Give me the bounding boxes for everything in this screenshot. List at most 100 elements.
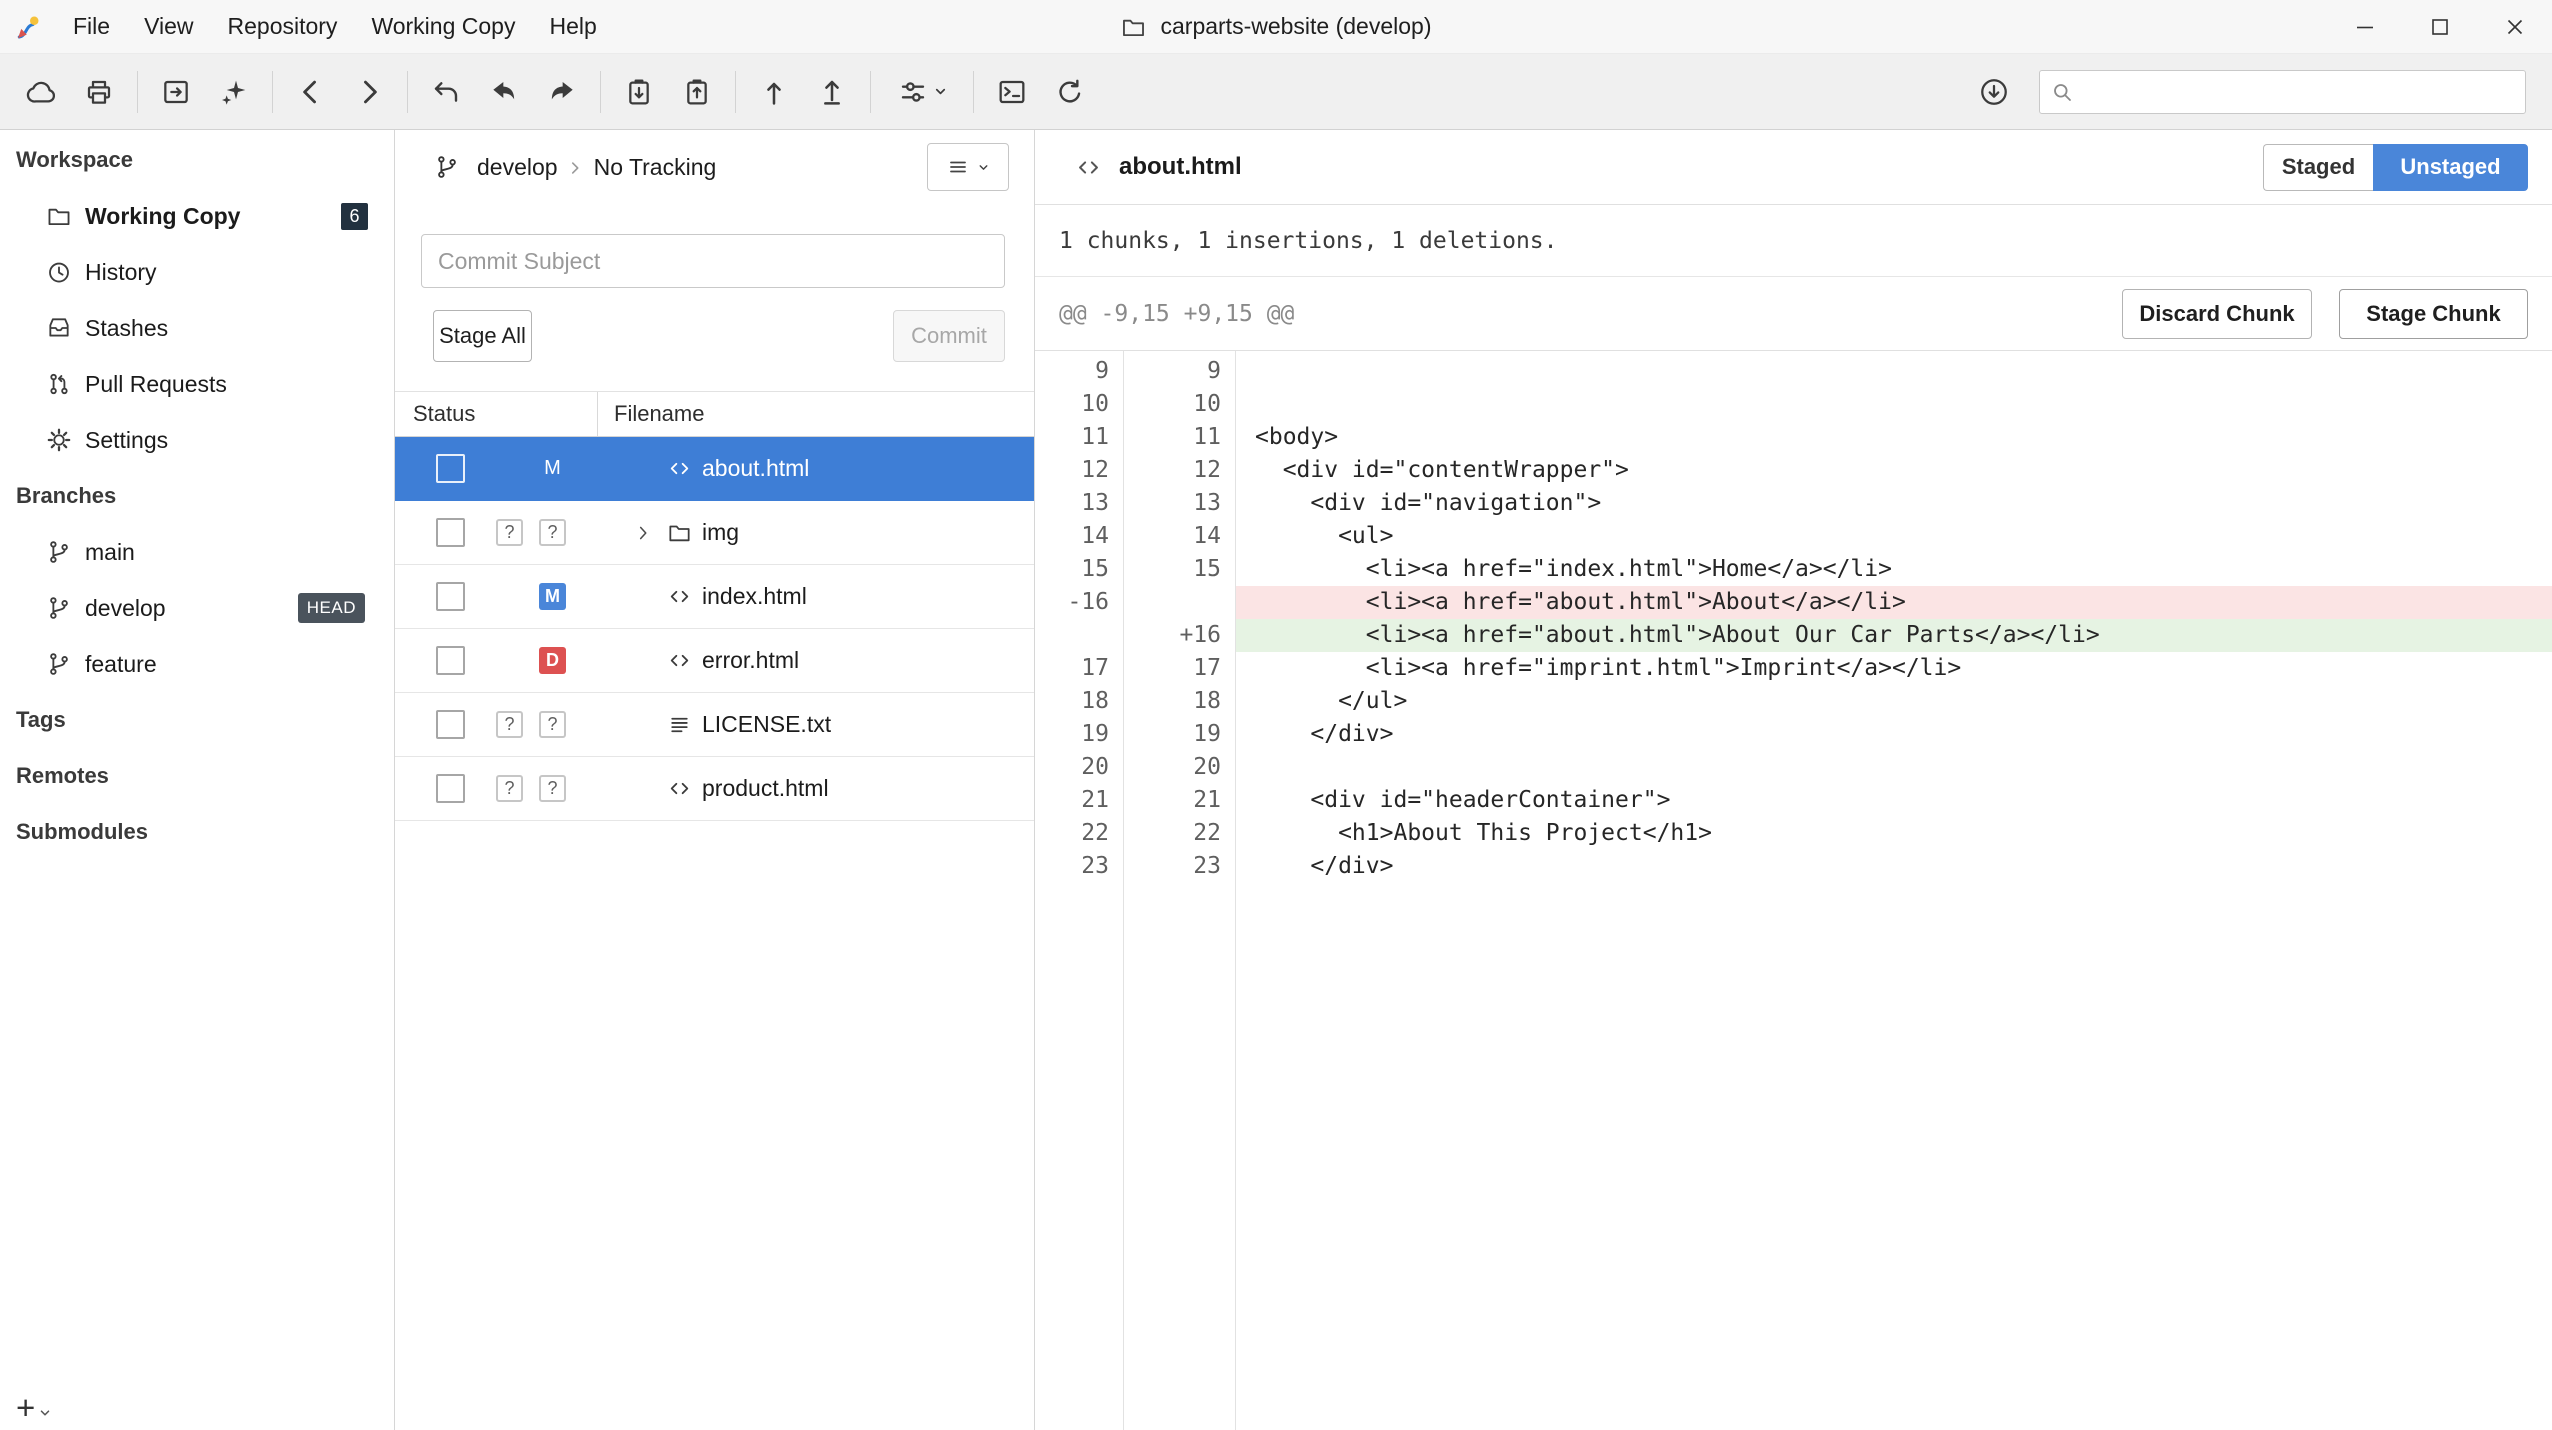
file-row-index-html[interactable]: Mindex.html: [395, 565, 1034, 629]
stage-checkbox[interactable]: [436, 582, 465, 611]
menu-working-copy[interactable]: Working Copy: [354, 0, 532, 53]
commit-subject-input[interactable]: [421, 234, 1005, 288]
terminal-icon[interactable]: [983, 63, 1041, 121]
close-button[interactable]: [2477, 0, 2552, 53]
new-line-number: 18: [1123, 685, 1235, 718]
sidebar-section-submodules[interactable]: Submodules: [0, 804, 394, 860]
file-row-license-txt[interactable]: ??LICENSE.txt: [395, 693, 1034, 757]
file-row-img[interactable]: ??img: [395, 501, 1034, 565]
diff-line[interactable]: -16 <li><a href="about.html">About</a></…: [1035, 586, 2552, 619]
menu-help[interactable]: Help: [532, 0, 613, 53]
diff-line[interactable]: 1111<body>: [1035, 421, 2552, 454]
reply-icon[interactable]: [475, 63, 533, 121]
file-row-about-html[interactable]: Mabout.html: [395, 437, 1034, 501]
filename-column-header: Filename: [597, 392, 1034, 436]
stage-chunk-button[interactable]: Stage Chunk: [2339, 289, 2528, 339]
pull-icon[interactable]: [745, 63, 803, 121]
filename-label: error.html: [702, 647, 799, 674]
refresh-icon[interactable]: [1041, 63, 1099, 121]
branch-icon: [434, 154, 460, 180]
stash-save-icon[interactable]: [610, 63, 668, 121]
stage-checkbox[interactable]: [436, 710, 465, 739]
status-badge: D: [539, 647, 566, 674]
old-line-number: 9: [1035, 355, 1123, 388]
old-line-number: 20: [1035, 751, 1123, 784]
branch-icon: [46, 651, 72, 677]
sidebar-item-main[interactable]: main: [0, 524, 394, 580]
stash-icon: [46, 315, 72, 341]
new-line-number: 23: [1123, 850, 1235, 883]
back-icon[interactable]: [282, 63, 340, 121]
diff-line[interactable]: 1414 <ul>: [1035, 520, 2552, 553]
status-cell: ??: [496, 711, 566, 738]
diff-line[interactable]: 2020: [1035, 751, 2552, 784]
list-options-button[interactable]: [927, 143, 1009, 191]
folder-icon: [46, 203, 72, 229]
diff-line[interactable]: 1515 <li><a href="index.html">Home</a></…: [1035, 553, 2552, 586]
search-input[interactable]: [2084, 79, 2515, 105]
minimize-button[interactable]: [2327, 0, 2402, 53]
diff-line[interactable]: 1010: [1035, 388, 2552, 421]
menu-repository[interactable]: Repository: [211, 0, 355, 53]
quick-actions-icon[interactable]: [205, 63, 263, 121]
sidebar-item-develop[interactable]: developHEAD: [0, 580, 394, 636]
push-icon[interactable]: [803, 63, 861, 121]
clock-icon: [46, 259, 72, 285]
old-line-number: 15: [1035, 553, 1123, 586]
sidebar-item-working-copy[interactable]: Working Copy6: [0, 188, 394, 244]
diff-line[interactable]: 1212 <div id="contentWrapper">: [1035, 454, 2552, 487]
diff-line[interactable]: 2323 </div>: [1035, 850, 2552, 883]
code-icon: [667, 584, 692, 609]
diff-panel: about.html Staged Unstaged 1 chunks, 1 i…: [1035, 130, 2552, 1430]
download-icon[interactable]: [1965, 63, 2023, 121]
new-line-number: 22: [1123, 817, 1235, 850]
stage-checkbox[interactable]: [436, 774, 465, 803]
sidebar-section-branches[interactable]: Branches: [0, 468, 394, 524]
maximize-button[interactable]: [2402, 0, 2477, 53]
diff-line[interactable]: 1717 <li><a href="imprint.html">Imprint<…: [1035, 652, 2552, 685]
stage-checkbox[interactable]: [436, 646, 465, 675]
gutter-divider: [1235, 351, 1236, 1430]
undo-icon[interactable]: [417, 63, 475, 121]
file-table-header: Status Filename: [395, 391, 1034, 437]
forward-share-icon[interactable]: [533, 63, 591, 121]
diff-line[interactable]: 2121 <div id="headerContainer">: [1035, 784, 2552, 817]
diff-line[interactable]: 2222 <h1>About This Project</h1>: [1035, 817, 2552, 850]
sidebar-item-feature[interactable]: feature: [0, 636, 394, 692]
sidebar-item-settings[interactable]: Settings: [0, 412, 394, 468]
chevron-down-icon: [38, 1406, 52, 1420]
sidebar-item-history[interactable]: History: [0, 244, 394, 300]
sidebar-section-tags[interactable]: Tags: [0, 692, 394, 748]
sidebar-section-remotes[interactable]: Remotes: [0, 748, 394, 804]
diff-line[interactable]: 1818 </ul>: [1035, 685, 2552, 718]
stage-checkbox[interactable]: [436, 518, 465, 547]
staged-tab[interactable]: Staged: [2263, 144, 2373, 191]
stage-checkbox[interactable]: [436, 454, 465, 483]
menu-view[interactable]: View: [127, 0, 210, 53]
forward-icon[interactable]: [340, 63, 398, 121]
diff-line[interactable]: 1919 </div>: [1035, 718, 2552, 751]
file-row-product-html[interactable]: ??product.html: [395, 757, 1034, 821]
sidebar-item-stashes[interactable]: Stashes: [0, 300, 394, 356]
sidebar-section-workspace[interactable]: Workspace: [0, 132, 394, 188]
diff-line[interactable]: 1313 <div id="navigation">: [1035, 487, 2552, 520]
filter-dropdown-button[interactable]: [880, 63, 964, 121]
unstaged-tab[interactable]: Unstaged: [2373, 144, 2528, 191]
status-cell: M: [496, 583, 566, 610]
printer-icon[interactable]: [70, 63, 128, 121]
expand-chevron-icon[interactable]: [632, 520, 658, 546]
stash-pop-icon[interactable]: [668, 63, 726, 121]
sidebar-item-pull-requests[interactable]: Pull Requests: [0, 356, 394, 412]
commit-button[interactable]: Commit: [893, 310, 1005, 362]
discard-chunk-button[interactable]: Discard Chunk: [2122, 289, 2312, 339]
add-repository-button[interactable]: +: [16, 1391, 52, 1424]
cloud-icon[interactable]: [12, 63, 70, 121]
diff-line[interactable]: +16 <li><a href="about.html">About Our C…: [1035, 619, 2552, 652]
file-row-error-html[interactable]: Derror.html: [395, 629, 1034, 693]
new-line-number: 13: [1123, 487, 1235, 520]
diff-line[interactable]: 99: [1035, 355, 2552, 388]
menu-file[interactable]: File: [56, 0, 127, 53]
open-repository-icon[interactable]: [147, 63, 205, 121]
stage-all-button[interactable]: Stage All: [433, 310, 532, 362]
toolbar-separator: [870, 71, 871, 113]
